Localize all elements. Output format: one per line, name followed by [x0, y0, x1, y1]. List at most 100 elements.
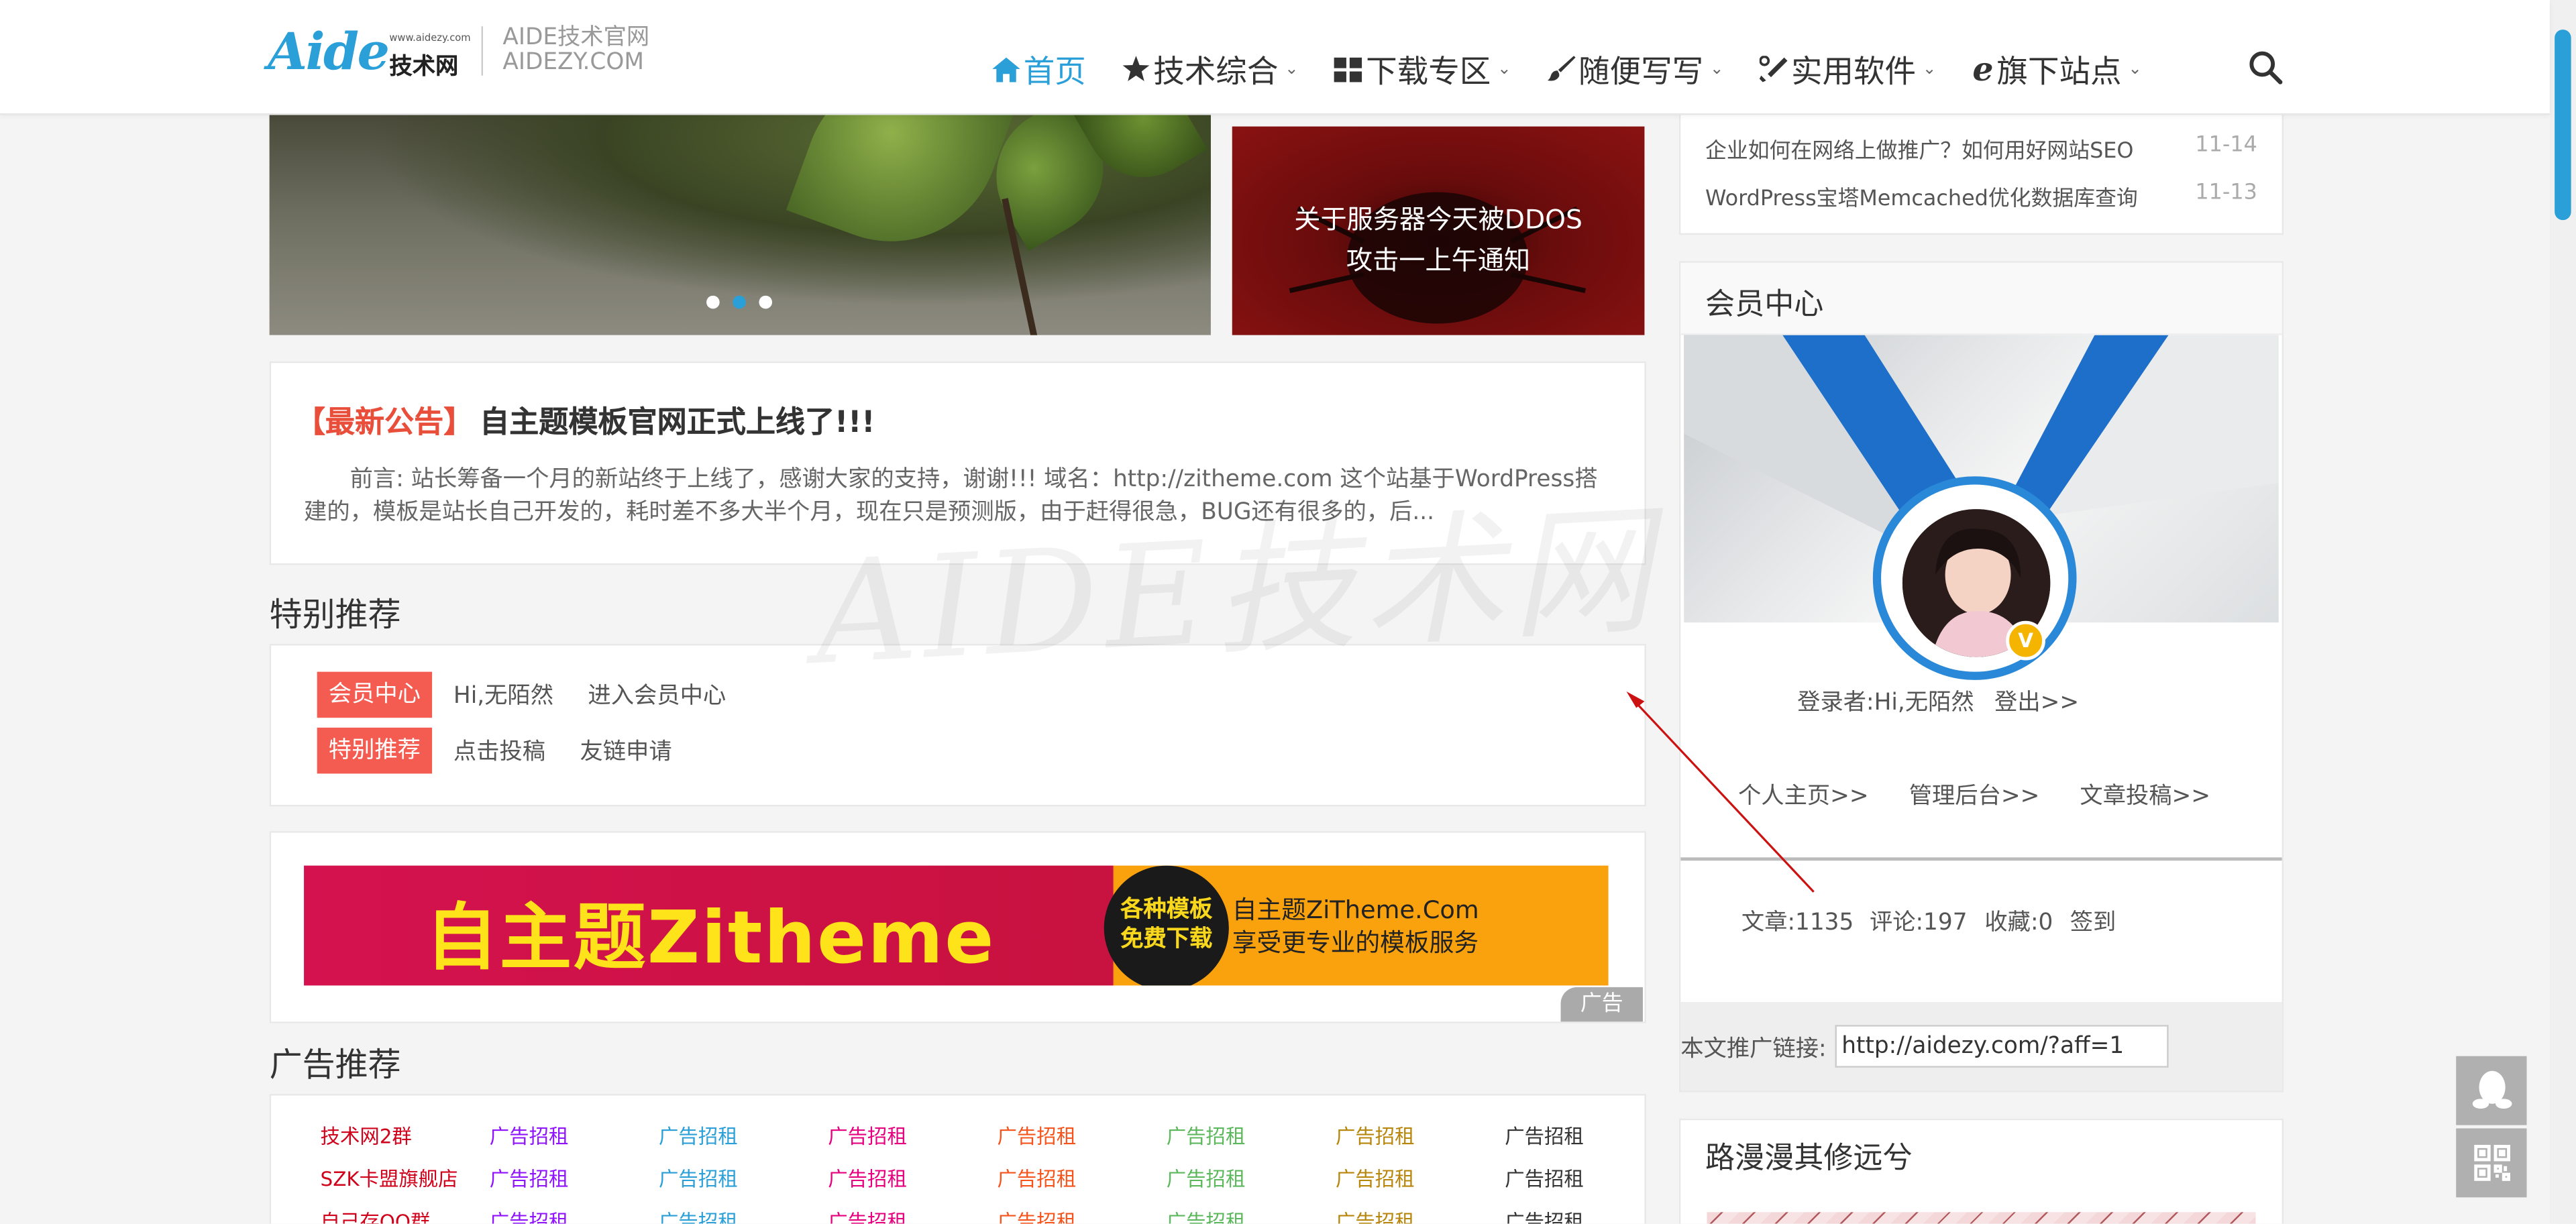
chevron-down-icon: ⌄: [1285, 60, 1299, 78]
login-status: 登录者:Hi,无陌然: [1797, 689, 1974, 716]
friend-link-apply[interactable]: 友链申请: [580, 734, 672, 767]
ad-slot-link[interactable]: 广告招租: [1167, 1207, 1336, 1224]
float-qrcode-button[interactable]: [2456, 1128, 2527, 1198]
ad-slot-link[interactable]: 广告招租: [1505, 1164, 1674, 1196]
logo-divider: [481, 26, 484, 76]
ad-slot-link[interactable]: 广告招租: [998, 1122, 1167, 1154]
ads-section-title: 广告推荐: [269, 1044, 401, 1084]
submit-article-link[interactable]: 文章投稿>>: [2080, 779, 2210, 812]
ad-slot-link[interactable]: 广告招租: [659, 1207, 828, 1224]
logo-mark: Aide: [268, 23, 390, 82]
stat-favorites: 收藏:0: [1984, 909, 2053, 936]
submit-post-link[interactable]: 点击投稿: [453, 734, 545, 767]
ad-slot-link[interactable]: 广告招租: [490, 1164, 659, 1196]
verified-badge-icon: V: [2006, 620, 2045, 661]
main-nav: 首页 技术综合 ⌄ 下载专区 ⌄ 随便写写 ⌄ 实用软件 ⌄ e 旗下站点 ⌄: [992, 43, 2178, 95]
promo-title-text: 关于服务器今天被DDOS攻击一上午通知: [1294, 203, 1582, 276]
ad-slot-link[interactable]: 技术网2群: [321, 1122, 490, 1154]
ad-slot-link[interactable]: 广告招租: [1505, 1122, 1674, 1154]
news-item-title[interactable]: WordPress宝塔Memcached优化数据库查询: [1705, 180, 2138, 212]
ad-slot-link[interactable]: 广告招租: [998, 1207, 1167, 1224]
logo-url: www.aidezy.com: [389, 32, 471, 45]
slider-dot[interactable]: [759, 295, 773, 309]
announcement-body: 前言: 站长筹备一个月的新站终于上线了，感谢大家的支持，谢谢!!! 域名：htt…: [304, 466, 1598, 526]
page-scrollbar[interactable]: [2549, 0, 2576, 1224]
banner-ad-right-line1: 自主题ZiTheme.Com: [1232, 895, 1479, 925]
nav-tech[interactable]: 技术综合 ⌄: [1122, 47, 1299, 91]
slide-image-leaf: [786, 115, 1018, 272]
nav-tech-label: 技术综合: [1153, 53, 1279, 90]
special-card: [269, 644, 1646, 807]
float-qq-button[interactable]: [2456, 1056, 2527, 1125]
site-name: AIDE技术官网 AIDEZY.COM: [502, 25, 649, 75]
ad-slot-link[interactable]: 广告招租: [490, 1207, 659, 1224]
slider-dot-active[interactable]: [733, 295, 746, 309]
nav-sites[interactable]: e 旗下站点 ⌄: [1972, 47, 2142, 91]
slider-dot[interactable]: [706, 295, 720, 309]
search-icon[interactable]: [2247, 49, 2284, 85]
stat-articles: 文章:1135: [1741, 909, 1854, 936]
promo-tile[interactable]: 关于服务器今天被DDOS攻击一上午通知: [1232, 126, 1645, 335]
ad-slot-link[interactable]: 广告招租: [1336, 1164, 1505, 1196]
chevron-down-icon: ⌄: [1922, 60, 1937, 78]
ad-slot-link[interactable]: 广告招租: [659, 1164, 828, 1196]
announcement-tag: 【最新公告】: [295, 405, 474, 441]
nav-home-label: 首页: [1023, 53, 1086, 90]
promo-title[interactable]: 关于服务器今天被DDOS攻击一上午通知: [1232, 199, 1645, 280]
promo-link-input[interactable]: [1835, 1025, 2169, 1068]
image-slider[interactable]: [269, 115, 1211, 335]
banner-ad-main-text: 自主题Zitheme: [425, 897, 996, 981]
news-item-title[interactable]: 企业如何在网络上做推广？如何用好网站SEO: [1705, 133, 2133, 164]
checkin-link[interactable]: 签到: [2070, 905, 2116, 938]
star-icon: [1122, 56, 1150, 81]
nav-writing[interactable]: 随便写写 ⌄: [1547, 47, 1724, 91]
ad-slot-link[interactable]: 广告招租: [1336, 1122, 1505, 1154]
ad-slot-link[interactable]: 广告招租: [659, 1122, 828, 1154]
ad-label-badge: 广告: [1560, 987, 1643, 1022]
news-item-date: 11-14: [2195, 133, 2257, 158]
ie-icon: e: [1972, 49, 1994, 89]
announcement-title[interactable]: 自主题模板官网正式上线了!!!: [480, 399, 875, 442]
logout-link[interactable]: 登出>>: [1994, 685, 2079, 718]
ad-slot-link[interactable]: 广告招租: [998, 1164, 1167, 1196]
special-recommend-tag[interactable]: 特别推荐: [317, 727, 433, 774]
banner-ad[interactable]: 自主题Zitheme 各种模板 免费下载 自主题ZiTheme.Com 享受更专…: [304, 865, 1609, 986]
ad-slot-link[interactable]: SZK卡盟旗舰店: [321, 1164, 490, 1196]
nav-home[interactable]: 首页: [992, 47, 1086, 91]
qrcode-icon: [2473, 1144, 2510, 1181]
member-row: 会员中心 Hi,无陌然 进入会员中心: [317, 671, 761, 718]
sidebar-news: 企业如何在网络上做推广？如何用好网站SEO 11-14 WordPress宝塔M…: [1678, 115, 2284, 235]
ad-slot-link[interactable]: 广告招租: [1167, 1164, 1336, 1196]
ad-slot-link[interactable]: 广告招租: [1336, 1207, 1505, 1224]
enter-member-center-link[interactable]: 进入会员中心: [588, 678, 726, 711]
road-widget-image[interactable]: [1707, 1212, 2256, 1224]
member-center-header: 会员中心: [1680, 262, 2282, 335]
member-center-title: 会员中心: [1705, 287, 1824, 323]
brush-icon: [1547, 56, 1576, 81]
recommend-row: 特别推荐 点击投稿 友链申请: [317, 727, 706, 774]
ads-grid: 技术网2群 广告招租 广告招租 广告招租 广告招租 广告招租 广告招租 广告招租 SZK卡盟旗舰…: [321, 1122, 1674, 1224]
promo-link-label: 本文推广链接:: [1680, 1036, 1827, 1063]
nav-download[interactable]: 下载专区 ⌄: [1334, 47, 1511, 91]
nav-writing-label: 随便写写: [1578, 53, 1704, 90]
ad-slot-link[interactable]: 广告招租: [1167, 1122, 1336, 1154]
site-logo[interactable]: Aide www.aidezy.com 技术网: [268, 23, 470, 82]
ad-slot-link[interactable]: 广告招租: [490, 1122, 659, 1154]
logo-cn-text: 技术网: [389, 54, 459, 81]
ad-slot-link[interactable]: 广告招租: [1505, 1207, 1674, 1224]
profile-link[interactable]: 个人主页>>: [1738, 779, 1869, 812]
ad-slot-link[interactable]: 自己存QQ群: [321, 1207, 490, 1224]
nav-download-label: 下载专区: [1366, 53, 1491, 90]
scrollbar-thumb[interactable]: [2555, 30, 2571, 221]
grid-icon: [1334, 56, 1363, 82]
ad-slot-link[interactable]: 广告招租: [828, 1122, 997, 1154]
chevron-down-icon: ⌄: [1710, 60, 1724, 78]
member-center-tag[interactable]: 会员中心: [317, 671, 433, 718]
slider-dots: [706, 295, 773, 309]
ad-slot-link[interactable]: 广告招租: [828, 1207, 997, 1224]
admin-link[interactable]: 管理后台>>: [1909, 779, 2040, 812]
banner-ad-right-text: 自主题ZiTheme.Com 享受更专业的模板服务: [1232, 893, 1479, 959]
greeting-link[interactable]: Hi,无陌然: [453, 678, 553, 711]
nav-software[interactable]: 实用软件 ⌄: [1760, 47, 1936, 91]
ad-slot-link[interactable]: 广告招租: [828, 1164, 997, 1196]
